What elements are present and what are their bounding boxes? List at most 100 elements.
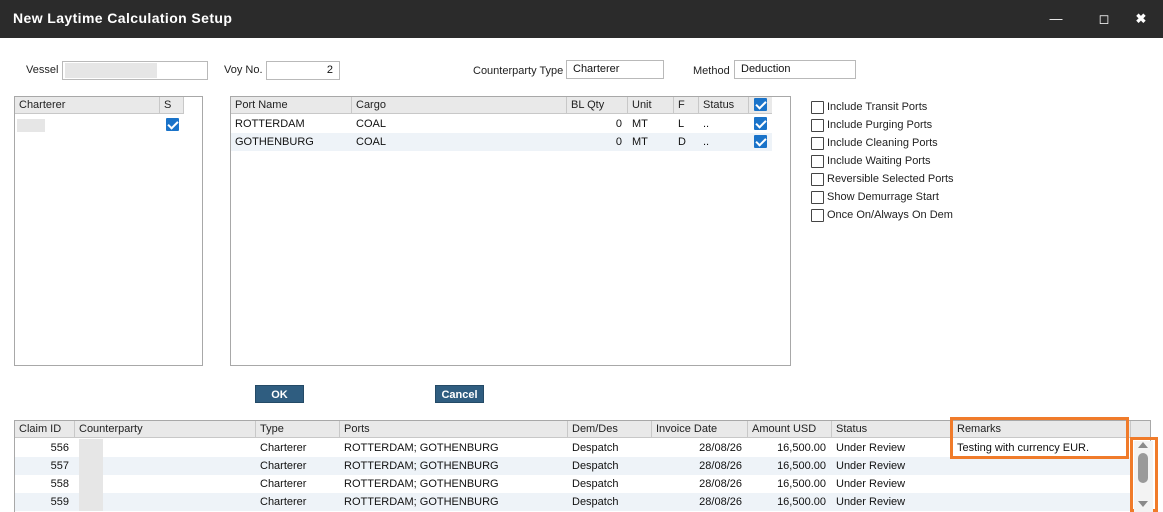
claim-row[interactable]: 559 Charterer ROTTERDAM; GOTHENBURG Desp… <box>15 493 1131 511</box>
port-unit: MT <box>632 118 648 130</box>
option-checkbox[interactable] <box>811 155 824 168</box>
port-status: .. <box>703 118 710 130</box>
claim-type: Charterer <box>260 496 307 508</box>
close-icon[interactable]: ✖ <box>1129 8 1153 30</box>
option-checkbox[interactable] <box>811 137 824 150</box>
option-label: Once On/Always On Dem <box>827 209 953 221</box>
col-invoice-date[interactable]: Invoice Date <box>652 421 748 437</box>
port-name: ROTTERDAM <box>235 118 305 130</box>
claim-dem-des: Despatch <box>572 460 619 472</box>
col-unit[interactable]: Unit <box>628 97 674 113</box>
col-bl-qty[interactable]: BL Qty <box>567 97 628 113</box>
col-selected[interactable]: S <box>160 97 184 113</box>
port-cargo: COAL <box>356 118 386 130</box>
claim-invoice-date: 28/08/26 <box>699 460 742 472</box>
claim-ports: ROTTERDAM; GOTHENBURG <box>344 442 499 454</box>
port-row[interactable]: ROTTERDAM COAL 0 MT L .. <box>231 115 772 133</box>
voy-field[interactable]: 2 <box>266 61 340 80</box>
charterer-select-checkbox[interactable] <box>166 118 179 131</box>
col-dem-des[interactable]: Dem/Des <box>568 421 652 437</box>
port-bl-qty: 0 <box>615 118 622 130</box>
method-label: Method <box>693 65 730 77</box>
scroll-thumb[interactable] <box>1138 453 1148 483</box>
ports-grid: Port Name Cargo BL Qty Unit F Status ROT… <box>230 96 791 366</box>
col-ports[interactable]: Ports <box>340 421 568 437</box>
scroll-up-icon[interactable] <box>1138 442 1148 448</box>
title-bar: New Laytime Calculation Setup — ◻ ✖ <box>0 0 1163 38</box>
claim-ports: ROTTERDAM; GOTHENBURG <box>344 460 499 472</box>
port-f: D <box>678 136 686 148</box>
port-status: .. <box>703 136 710 148</box>
claim-dem-des: Despatch <box>572 478 619 490</box>
option-checkbox[interactable] <box>811 173 824 186</box>
charterer-row[interactable] <box>15 115 202 133</box>
claim-amount: 16,500.00 <box>777 496 826 508</box>
port-cargo: COAL <box>356 136 386 148</box>
maximize-icon[interactable]: ◻ <box>1092 8 1116 30</box>
claim-id: 558 <box>50 478 69 490</box>
claim-type: Charterer <box>260 478 307 490</box>
claim-invoice-date: 28/08/26 <box>699 442 742 454</box>
ok-button[interactable]: OK <box>255 385 304 403</box>
scroll-down-icon[interactable] <box>1138 501 1148 507</box>
counterparty-type-label: Counterparty Type <box>473 65 564 77</box>
col-cargo[interactable]: Cargo <box>352 97 567 113</box>
option-label: Show Demurrage Start <box>827 191 939 203</box>
option-checkbox[interactable] <box>811 101 824 114</box>
claim-amount: 16,500.00 <box>777 478 826 490</box>
claim-row[interactable]: 558 Charterer ROTTERDAM; GOTHENBURG Desp… <box>15 475 1131 493</box>
claims-scrollbar[interactable] <box>1134 441 1153 512</box>
port-name: GOTHENBURG <box>235 136 314 148</box>
claim-amount: 16,500.00 <box>777 442 826 454</box>
option-label: Include Purging Ports <box>827 119 933 131</box>
port-row[interactable]: GOTHENBURG COAL 0 MT D .. <box>231 133 772 151</box>
charterer-name-redacted <box>17 119 45 132</box>
port-row-checkbox[interactable] <box>754 117 767 130</box>
port-bl-qty: 0 <box>615 136 622 148</box>
claim-type: Charterer <box>260 460 307 472</box>
col-port-name[interactable]: Port Name <box>231 97 352 113</box>
cancel-button[interactable]: Cancel <box>435 385 484 403</box>
claim-type: Charterer <box>260 442 307 454</box>
claim-remarks <box>953 475 1131 493</box>
claim-remarks <box>953 493 1131 511</box>
vessel-value-redacted <box>65 63 157 78</box>
col-amount-usd[interactable]: Amount USD <box>748 421 832 437</box>
option-checkbox[interactable] <box>811 119 824 132</box>
col-status[interactable]: Status <box>699 97 749 113</box>
col-check-all <box>749 97 772 113</box>
option-label: Include Cleaning Ports <box>827 137 938 149</box>
port-f: L <box>678 118 685 130</box>
claim-id: 557 <box>50 460 69 472</box>
port-row-checkbox[interactable] <box>754 135 767 148</box>
method-field[interactable]: Deduction <box>734 60 856 79</box>
col-f[interactable]: F <box>674 97 699 113</box>
col-status[interactable]: Status <box>832 421 953 437</box>
counterparty-type-field[interactable]: Charterer <box>566 60 664 79</box>
claim-dem-des: Despatch <box>572 496 619 508</box>
vessel-label: Vessel <box>26 64 59 76</box>
claim-amount: 16,500.00 <box>777 460 826 472</box>
option-checkbox[interactable] <box>811 209 824 222</box>
claim-ports: ROTTERDAM; GOTHENBURG <box>344 496 499 508</box>
charterer-grid: Charterer S <box>14 96 203 366</box>
claim-ports: ROTTERDAM; GOTHENBURG <box>344 478 499 490</box>
claim-id: 556 <box>50 442 69 454</box>
col-charterer[interactable]: Charterer <box>15 97 160 113</box>
option-checkbox[interactable] <box>811 191 824 204</box>
claim-remarks <box>953 457 1131 475</box>
counterparty-redacted <box>79 457 103 475</box>
col-type[interactable]: Type <box>256 421 340 437</box>
col-claim-id[interactable]: Claim ID <box>15 421 75 437</box>
charterer-grid-header: Charterer S <box>15 97 184 114</box>
claim-row[interactable]: 557 Charterer ROTTERDAM; GOTHENBURG Desp… <box>15 457 1131 475</box>
counterparty-redacted <box>79 493 103 511</box>
option-label: Include Transit Ports <box>827 101 928 113</box>
vessel-field[interactable] <box>62 61 208 80</box>
counterparty-redacted <box>79 439 103 457</box>
ports-grid-header: Port Name Cargo BL Qty Unit F Status <box>231 97 772 114</box>
col-counterparty[interactable]: Counterparty <box>75 421 256 437</box>
claim-status: Under Review <box>836 442 906 454</box>
minimize-icon[interactable]: — <box>1044 8 1068 30</box>
check-all-checkbox[interactable] <box>754 98 767 111</box>
